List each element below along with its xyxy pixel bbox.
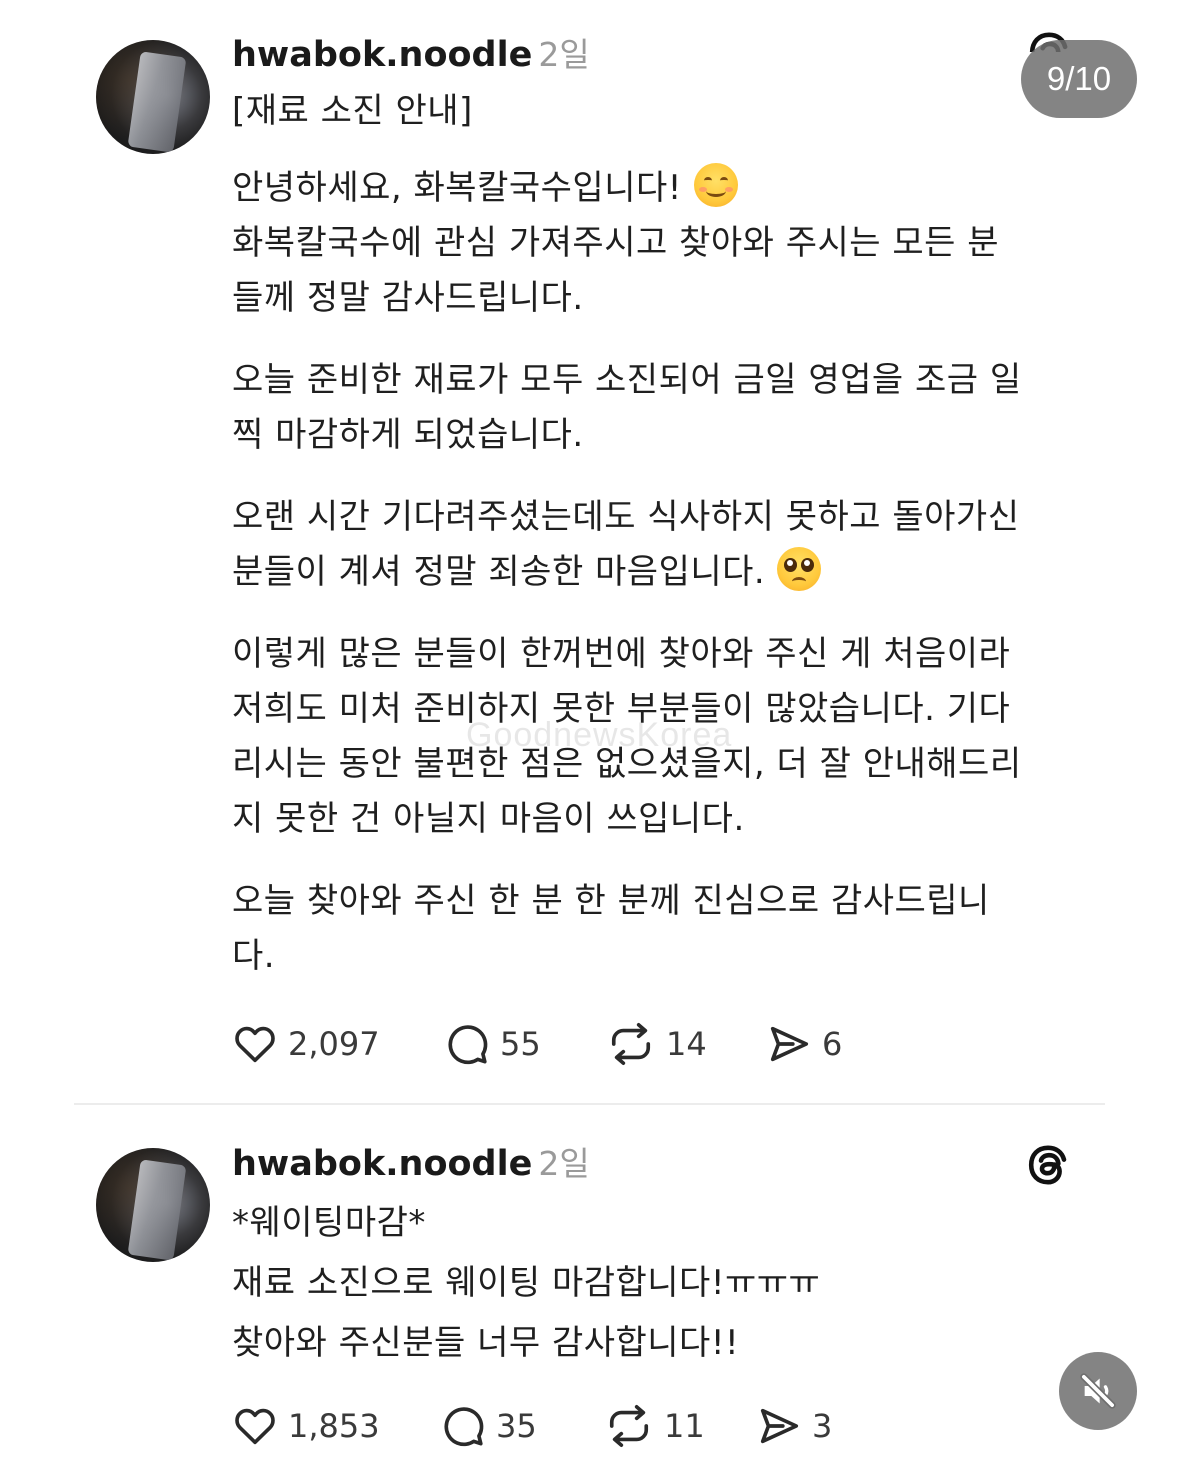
comment-icon [448, 1025, 488, 1065]
post-time: 2일 [538, 35, 590, 74]
watermark: GoodnewsKorea [466, 716, 733, 754]
post-title: [재료 소진 안내] [232, 91, 473, 131]
like-button[interactable]: 1,853 [232, 1401, 380, 1451]
text-line: 오랜 시간 기다려주셨는데도 식사하지 못하고 돌아가신 [232, 497, 1020, 537]
post-time: 2일 [538, 1144, 590, 1183]
send-icon [770, 1026, 809, 1062]
like-count: 1,853 [288, 1407, 380, 1445]
heart-icon [235, 1026, 275, 1063]
text-line: 화복칼국수에 관심 가져주시고 찾아와 주시는 모든 분 [232, 223, 1000, 263]
avatar[interactable] [96, 40, 210, 154]
text-line: 이렇게 많은 분들이 한꺼번에 찾아와 주신 게 처음이라 [232, 634, 1011, 674]
text-line: 오늘 찾아와 주신 한 분 한 분께 진심으로 감사드립니 [232, 881, 990, 921]
post-paragraph: *웨이팅마감* 재료 소진으로 웨이팅 마감합니다!ㅠㅠㅠ 찾아와 주신분들 너… [232, 1193, 1092, 1373]
text-line: 다. [232, 936, 276, 976]
comment-count: 35 [496, 1407, 537, 1445]
text-line: 안녕하세요, 화복칼국수입니다! [232, 168, 682, 208]
text-line: 분들이 계셔 정말 죄송한 마음입니다. [232, 552, 766, 592]
username[interactable]: hwabok.noodle [232, 1144, 532, 1184]
text-line: 지 못한 건 아닐지 마음이 쓰입니다. [232, 799, 745, 839]
post-meta: hwabok.noodle 2일 [232, 32, 1092, 78]
post-actions: 1,853 35 11 3 [232, 1401, 932, 1451]
like-button[interactable]: 2,097 [232, 1019, 380, 1069]
text-line: *웨이팅마감* [232, 1203, 426, 1243]
mute-button[interactable] [1059, 1352, 1137, 1430]
repost-button[interactable]: 11 [604, 1401, 705, 1451]
comment-button[interactable]: 55 [444, 1019, 541, 1069]
heart-icon [235, 1408, 275, 1445]
username[interactable]: hwabok.noodle [232, 35, 532, 75]
post-meta: hwabok.noodle 2일 [232, 1141, 1092, 1187]
post-paragraph: 오랜 시간 기다려주셨는데도 식사하지 못하고 돌아가신 분들이 계셔 정말 죄… [232, 490, 1092, 600]
like-count: 2,097 [288, 1025, 380, 1063]
text-line: 오늘 준비한 재료가 모두 소진되어 금일 영업을 조금 일 [232, 360, 1022, 400]
share-button[interactable]: 6 [766, 1019, 842, 1069]
post-actions: 2,097 55 14 6 [232, 1019, 932, 1069]
comment-button[interactable]: 35 [440, 1401, 537, 1451]
repost-button[interactable]: 14 [606, 1019, 707, 1069]
comment-count: 55 [500, 1025, 541, 1063]
repost-icon [611, 1023, 651, 1065]
smiling-face-emoji-icon [693, 163, 738, 207]
text-line: 찾아와 주신분들 너무 감사합니다!! [232, 1323, 740, 1363]
share-count: 6 [822, 1025, 843, 1063]
text-line: 들께 정말 감사드립니다. [232, 278, 584, 318]
threads-post-viewer: hwabok.noodle 2일 [재료 소진 안내] 안녕하세요, 화복칼국수입… [0, 0, 1179, 1457]
pleading-face-emoji-icon [777, 547, 822, 591]
avatar[interactable] [96, 1148, 210, 1262]
post-paragraph: 오늘 찾아와 주신 한 분 한 분께 진심으로 감사드립니 다. [232, 874, 1092, 984]
comment-icon [444, 1407, 484, 1447]
post-paragraph: 오늘 준비한 재료가 모두 소진되어 금일 영업을 조금 일 찍 마감하게 되었… [232, 353, 1092, 463]
text-line: 찍 마감하게 되었습니다. [232, 415, 584, 455]
image-counter-badge: 9/10 [1021, 40, 1137, 118]
text-line: 재료 소진으로 웨이팅 마감합니다!ㅠㅠㅠ [232, 1263, 821, 1303]
share-button[interactable]: 3 [756, 1401, 832, 1451]
speaker-muted-icon [1080, 1373, 1116, 1409]
post-divider [74, 1103, 1105, 1105]
threads-logo-icon[interactable] [1024, 1141, 1072, 1189]
share-count: 3 [812, 1407, 833, 1445]
repost-count: 14 [666, 1025, 707, 1063]
repost-icon [609, 1405, 649, 1447]
repost-count: 11 [664, 1407, 705, 1445]
post-paragraph: 안녕하세요, 화복칼국수입니다! 화복칼국수에 관심 가져주시고 찾아와 주시는… [232, 161, 1092, 326]
send-icon [760, 1408, 799, 1444]
